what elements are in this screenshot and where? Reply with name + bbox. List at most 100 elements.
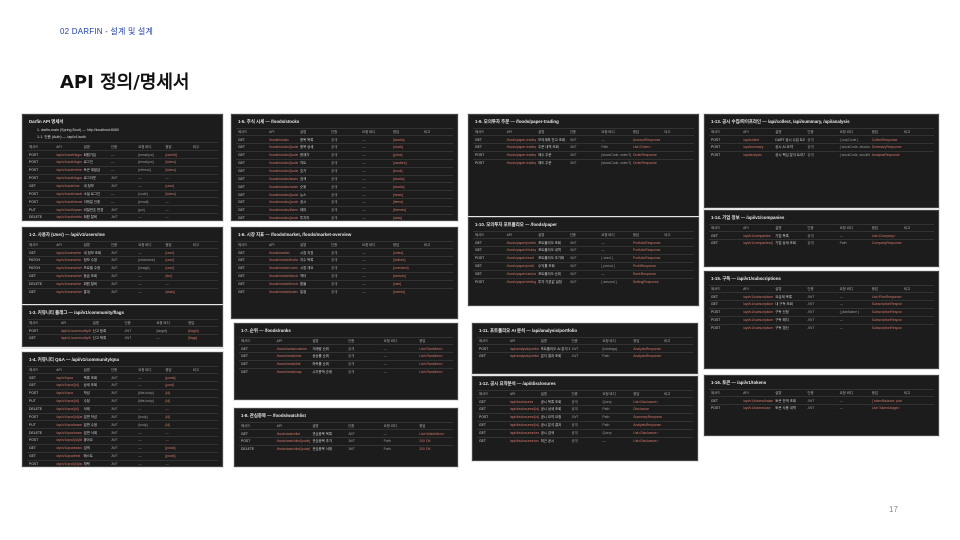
table-cell: JWT — [805, 300, 838, 309]
table-cell: AccountResponse — [630, 135, 663, 144]
table-cell: /api/v1/companies/{code} — [741, 239, 774, 248]
column-header: 비고 — [422, 240, 453, 249]
table-cell: GET — [239, 352, 275, 361]
table-cell: /api/v1/qna/answers/{id} — [54, 428, 82, 437]
table-cell: /api/v1/community/flags — [58, 326, 91, 335]
table-cell — [662, 405, 693, 414]
table-cell: 공개 — [805, 143, 838, 152]
table-cell: /api/v1/qna/best — [54, 451, 82, 461]
table-row: DELETE/api/v1/auth/withdraw회원 탈퇴JWT—— — [27, 213, 218, 220]
column-header: API — [267, 127, 298, 136]
table-row: POST/api/v1/auth/refresh토큰 재발급—{refresh}… — [27, 166, 218, 175]
table-row: GET/foods/stocks/search 검색 공개 — [stocks] — [236, 174, 453, 183]
table-cell — [422, 213, 453, 220]
table-cell: /foods/market/sectors — [267, 271, 298, 281]
column-header: 응답 — [391, 127, 422, 136]
page-number: 17 — [889, 505, 898, 514]
table-row: GET/api/v1/qna/search 검색 JWT — [posts] — [27, 443, 218, 453]
api-table: 메서드 API 설명 인증 요청 바디 응답 비고 GET/foods/paper-tradi… — [473, 127, 694, 167]
table-cell: 요금제 목록 — [773, 292, 806, 301]
table-cell: GET — [473, 238, 505, 247]
table-cell: /api/v1/auth/oauth — [54, 189, 82, 198]
page-title: API 정의/명세서 — [60, 72, 190, 93]
table-cell: {target} — [154, 326, 187, 335]
table-row: POST/api/v1/auth/login 로그인 — {email,pw} {tok… — [27, 158, 218, 167]
table-cell: POST — [709, 151, 742, 159]
table-cell — [190, 436, 218, 445]
table-cell: JWT — [108, 404, 137, 414]
table-cell: 공개 — [329, 271, 360, 281]
table-cell: — — [163, 205, 191, 214]
column-header: 설명 — [298, 127, 329, 136]
table-cell: /api/analysis — [741, 151, 774, 159]
table-cell: /foods/stocks/{code}/investor — [267, 213, 298, 220]
table-cell: GET — [477, 397, 508, 406]
table-cell: { corpCode } — [837, 135, 870, 144]
table-cell: /foods/paper/ranking — [504, 269, 537, 279]
table-cell: — — [360, 190, 391, 199]
table-cell: {image} — [136, 264, 164, 273]
table-cell: GET — [473, 261, 505, 271]
table-cell: — — [108, 150, 137, 159]
table-cell: GET — [236, 287, 267, 296]
table-cell: {id} — [163, 412, 191, 421]
table-cell: 로그인 — [81, 158, 109, 167]
table-row: POST/api/disclosures/{id}/summary공시 요약 요… — [477, 413, 693, 422]
table-row: GET/foods/paper/profit 수익률 조회 JWT{ period … — [473, 261, 694, 271]
table-cell: POST — [709, 315, 742, 325]
table-cell: 공시 — [298, 198, 329, 207]
table-cell: [stocks] — [391, 182, 422, 191]
table-cell — [190, 271, 218, 281]
table-row: DELETE/api/v1/qna/answers/{id}답변 삭제JWT—— — [27, 428, 218, 437]
table-cell: /foods/paper-trading/buy — [504, 151, 537, 160]
table-cell: 호가 — [298, 166, 329, 176]
table-row: GET/api/v1/subscriptions/plans요금제 목록JWT—… — [709, 292, 934, 301]
table-cell: GET — [239, 344, 275, 353]
column-header: API — [58, 318, 91, 327]
table-cell: /foods/ranks/volume — [274, 344, 311, 353]
table-cell: [news] — [391, 190, 422, 199]
table-row: POST/foods/paper-trading/sell매도 주문JWT{st… — [473, 158, 694, 167]
column-header: 설명 — [538, 389, 570, 398]
table-cell: POST — [473, 254, 505, 263]
column-header: 메서드 — [27, 142, 55, 151]
table-cell: — — [108, 158, 137, 167]
table-cell: 공개 — [569, 397, 601, 406]
table-cell: — — [360, 143, 391, 152]
table-cell: — — [136, 459, 164, 466]
column-header: 메서드 — [709, 223, 742, 232]
table-cell: — — [108, 189, 137, 198]
table-row: POST/api/v1/community/flags신고 등록JWT{targ… — [27, 326, 218, 335]
table-cell: /api/v1/subscriptions/cancel — [741, 315, 774, 325]
column-header: API — [504, 230, 537, 239]
table-row: POST/api/summary 공시 AI 요약 공개{ stockCode, d… — [709, 143, 934, 152]
table-cell: /api/v1/subscriptions/me — [741, 300, 774, 309]
table-cell: /api/v1/qna/{id} — [54, 404, 82, 414]
table-cell: JWT — [805, 315, 838, 325]
table-cell: RankResponse — [630, 269, 663, 279]
table-cell: /foods/ranks/cap — [274, 367, 311, 376]
table-row: GET/foods/market-overview시장 개요공개—{overvi… — [236, 264, 453, 273]
column-header: API — [507, 389, 539, 398]
table-cell — [190, 264, 218, 273]
api-table-screenshot: 1-9. 모의투자 주문 — /foods/paper-trading 메서드 AP… — [468, 114, 699, 221]
table-cell: 공개 — [569, 436, 601, 445]
table-row: GET/foods/ranks/rise 상승률 순위 공개 — List<RankIt… — [239, 352, 453, 361]
table-cell: GET — [27, 381, 55, 390]
screenshot-heading: 1-13. 공시 수집/파이프라인 — /api/collect, /api/s… — [711, 119, 850, 124]
api-table: 메서드 API 설명 인증 요청 바디 응답 GET/foods/ranks/volume 거… — [239, 336, 453, 376]
table-cell: — — [360, 166, 391, 176]
table-cell: JWT — [567, 135, 600, 144]
table-cell: JWT — [108, 213, 137, 220]
table-cell: — — [837, 231, 870, 240]
table-cell: {user} — [163, 181, 191, 191]
table-cell: JWT — [108, 428, 137, 437]
column-header: 인증 — [329, 127, 360, 136]
table-cell: /foods/paper/settings — [504, 277, 537, 286]
table-row: POST/foods/paper/reset 포트폴리오 초기화 JWT{ seed… — [473, 254, 694, 263]
table-cell: PortfolioResponse — [630, 238, 663, 247]
screenshot-heading: 1-7. 순위 — /foods/ranks — [241, 328, 291, 333]
table-row: GET/foods/stocks/{code}/disclosure공시공개—[… — [236, 198, 453, 207]
column-header: 응답 — [417, 336, 453, 345]
table-cell: List<Disclosure> — [631, 428, 663, 438]
